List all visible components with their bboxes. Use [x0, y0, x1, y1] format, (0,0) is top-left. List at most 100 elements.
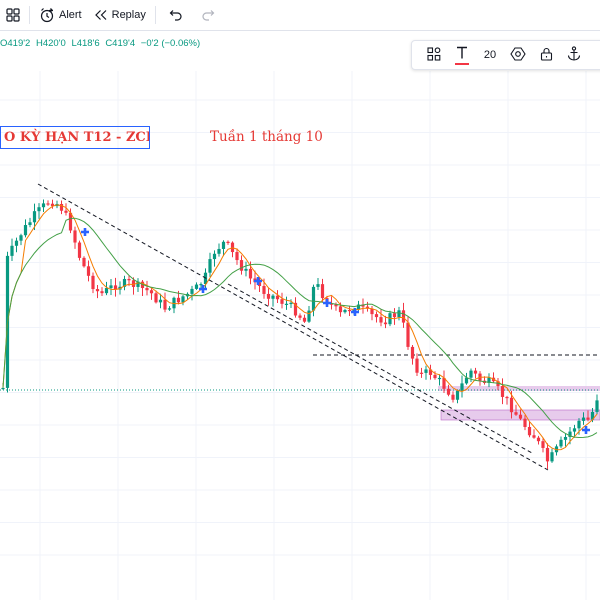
symbol-label-text: O KỲ HẠN T12 - ZCEZ25 [4, 130, 149, 145]
candle-body [95, 289, 100, 292]
layout-grid-button[interactable] [0, 0, 26, 31]
candle-body [550, 452, 554, 462]
candle-body [239, 260, 244, 271]
candle-body [527, 426, 532, 436]
candle-body [91, 275, 95, 290]
candle-body [19, 235, 23, 241]
candle-body [302, 317, 307, 322]
candle-body [37, 207, 41, 212]
alert-label: Alert [59, 9, 82, 21]
candle-body [221, 241, 226, 249]
alert-clock-icon [39, 7, 55, 23]
candle-body [320, 284, 325, 299]
candle-body [212, 253, 217, 260]
font-size-button[interactable]: 20 [476, 41, 504, 69]
candle-body [392, 313, 397, 318]
object-tree-button[interactable] [420, 41, 448, 69]
candle-body [473, 370, 478, 374]
candle-body [460, 383, 464, 391]
candle-body [595, 400, 599, 412]
candle-body [347, 309, 352, 312]
toolbar-divider [29, 6, 30, 24]
candle-body [163, 299, 167, 310]
candle-body [154, 293, 158, 303]
candle-body [338, 306, 343, 313]
candle-body [419, 372, 424, 374]
price-chart[interactable] [0, 31, 600, 600]
candle-body [545, 447, 550, 462]
anchor-button[interactable] [560, 41, 588, 69]
replay-rewind-icon [94, 9, 108, 21]
candle-body [226, 241, 230, 243]
symbol-label-box[interactable]: O KỲ HẠN T12 - ZCEZ25 [0, 126, 150, 149]
candle-body [536, 437, 541, 442]
redo-icon [201, 9, 215, 21]
replay-label: Replay [111, 9, 146, 21]
top-toolbar: Alert Replay [0, 0, 600, 31]
visibility-icon [510, 46, 526, 65]
candle-body [181, 296, 185, 303]
redo-button[interactable] [193, 0, 223, 31]
candle-body [451, 394, 455, 400]
candle-body [145, 288, 149, 291]
layout-grid-icon [6, 8, 20, 22]
candle-body [316, 284, 320, 287]
candle-body [289, 302, 293, 305]
candle-body [208, 259, 212, 273]
candle-body [41, 203, 46, 208]
text-tool-icon [456, 46, 468, 62]
object-tree-icon [427, 46, 441, 64]
undo-button[interactable] [159, 0, 193, 31]
candle-body [563, 436, 568, 440]
candle-body [235, 252, 239, 261]
candle-body [374, 314, 379, 318]
candle-body [379, 317, 383, 323]
candle-body [586, 417, 590, 420]
candle-body [284, 303, 289, 305]
lock-icon [540, 47, 553, 64]
candle-body [509, 397, 514, 413]
candle-body [176, 297, 181, 303]
candle-body [469, 370, 473, 378]
alert-button[interactable]: Alert [33, 0, 88, 31]
candle-body [572, 428, 577, 432]
candle-body [532, 435, 536, 438]
replay-button[interactable]: Replay [88, 0, 152, 31]
candle-body [149, 290, 154, 294]
candle-body [1, 387, 5, 390]
signal-cross [323, 299, 331, 307]
candle-body [437, 377, 442, 380]
lock-button[interactable] [532, 41, 560, 69]
candle-body [581, 417, 586, 421]
font-size-value: 20 [483, 49, 497, 61]
candle-body [433, 374, 437, 379]
text-color-swatch [455, 62, 469, 65]
candle-body [158, 299, 163, 303]
candle-body [73, 230, 77, 243]
candle-body [559, 439, 563, 447]
candle-body [523, 418, 527, 427]
candle-body [217, 248, 221, 254]
candle-body [194, 284, 199, 289]
settings-button[interactable] [504, 41, 532, 69]
candle-body [343, 309, 347, 313]
candle-body [77, 242, 82, 258]
candle-body [298, 315, 302, 318]
candle-body [104, 288, 109, 294]
candle-body [244, 268, 248, 271]
candle-body [397, 310, 401, 318]
week-note-text[interactable]: Tuần 1 tháng 10 [210, 129, 323, 145]
candle-body [190, 288, 194, 294]
candle-body [280, 299, 284, 304]
candle-body [446, 388, 451, 395]
candle-body [406, 322, 410, 347]
text-color-button[interactable] [448, 41, 476, 69]
candle-body [23, 225, 28, 236]
candle-body [424, 369, 428, 373]
candle-body [86, 266, 91, 276]
candle-body [109, 285, 113, 289]
candle-body [383, 322, 388, 325]
candle-body [271, 295, 275, 299]
candle-body [514, 412, 518, 415]
candle-body [82, 257, 86, 267]
